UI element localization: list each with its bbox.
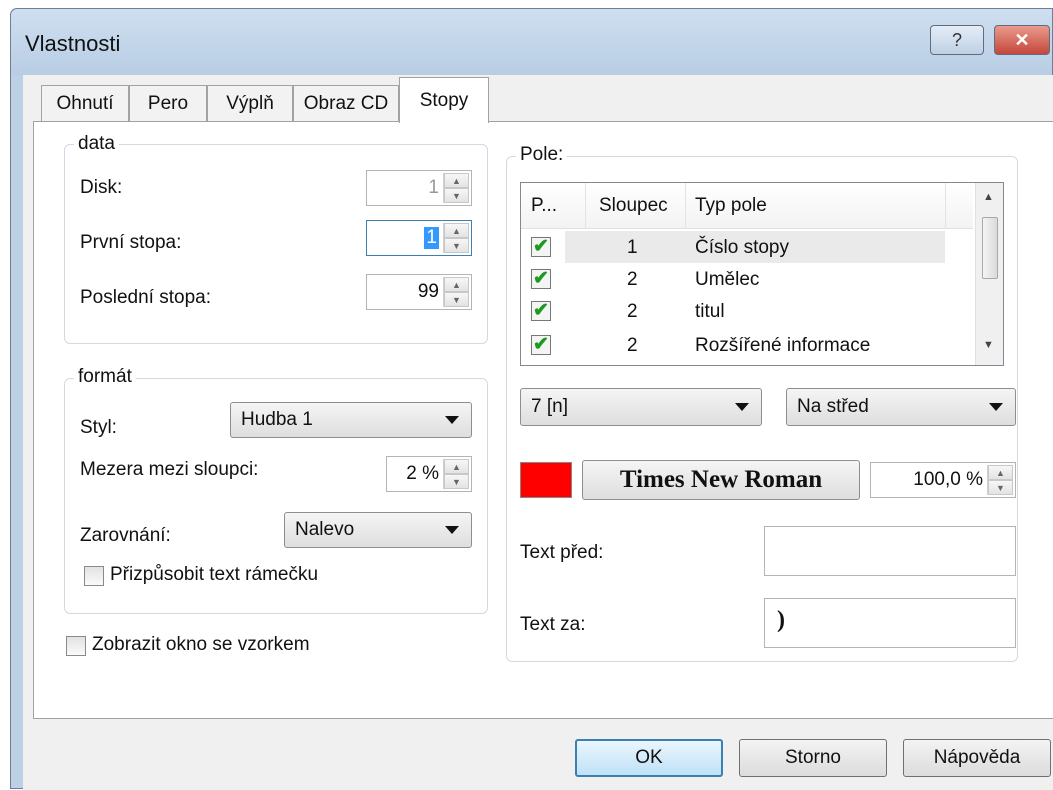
style-dropdown-arrow-icon — [445, 416, 459, 424]
fields-list-header: P... Sloupec Typ pole — [521, 183, 973, 229]
number-format-arrow-icon — [735, 403, 749, 411]
color-swatch[interactable] — [520, 462, 572, 498]
style-label: Styl: — [80, 417, 117, 438]
tab-obraz-cd[interactable]: Obraz CD — [293, 85, 399, 121]
first-track-up-arrow-icon[interactable]: ▲ — [444, 223, 469, 238]
alignment-value: Nalevo — [295, 519, 355, 540]
disk-up-arrow-icon: ▲ — [444, 173, 469, 188]
alignment-dropdown[interactable]: Nalevo — [284, 512, 472, 548]
text-before-input[interactable] — [764, 526, 1016, 576]
position-dropdown[interactable]: Na střed — [786, 388, 1016, 426]
close-button[interactable]: ✕ — [994, 25, 1050, 55]
number-format-dropdown[interactable]: 7 [n] — [520, 388, 762, 426]
first-track-spinner[interactable]: 1 ▲ ▼ — [366, 220, 472, 256]
col-header-column[interactable]: Sloupec — [599, 195, 668, 217]
first-track-label: První stopa: — [80, 232, 182, 253]
ok-button[interactable]: OK — [575, 739, 723, 777]
col-header-p[interactable]: P... — [531, 195, 557, 217]
data-group-title: data — [74, 133, 119, 155]
preview-checkbox[interactable] — [66, 636, 86, 656]
row-4-checkbox-icon[interactable]: ✔ — [531, 335, 551, 355]
tab-pero[interactable]: Pero — [129, 85, 207, 121]
disk-label: Disk: — [80, 177, 123, 198]
fit-text-label[interactable]: Přizpůsobit text rámečku — [110, 564, 318, 586]
position-arrow-icon — [989, 403, 1003, 411]
gap-spinner[interactable]: 2 % ▲ ▼ — [386, 456, 472, 492]
scroll-down-icon[interactable]: ▼ — [983, 339, 994, 351]
title-bar: Vlastnosti ? ✕ — [11, 9, 1052, 75]
window-title: Vlastnosti — [25, 31, 121, 56]
first-track-value[interactable]: 1 — [424, 227, 439, 249]
alignment-dropdown-arrow-icon — [445, 526, 459, 534]
cancel-button[interactable]: Storno — [739, 739, 887, 777]
row-4-column[interactable]: 2 — [627, 335, 638, 357]
tab-vypln[interactable]: Výplň — [207, 85, 293, 121]
scroll-up-icon[interactable]: ▲ — [983, 191, 994, 203]
gap-value[interactable]: 2 % — [406, 463, 439, 485]
style-dropdown[interactable]: Hudba 1 — [230, 402, 472, 438]
size-down-arrow-icon[interactable]: ▼ — [988, 480, 1013, 495]
disk-value: 1 — [428, 177, 439, 198]
row-1-type[interactable]: Číslo stopy — [695, 237, 789, 259]
scroll-thumb[interactable] — [982, 217, 998, 279]
text-after-label: Text za: — [520, 614, 586, 635]
gap-up-arrow-icon[interactable]: ▲ — [444, 459, 469, 474]
row-3-type[interactable]: titul — [695, 301, 725, 323]
col-header-type[interactable]: Typ pole — [695, 195, 767, 217]
first-track-down-arrow-icon[interactable]: ▼ — [444, 238, 469, 253]
tab-page-stopy: data Disk: 1 ▲ ▼ První stopa: 1 ▲ ▼ Posled… — [33, 121, 1053, 719]
disk-spinner: 1 ▲ ▼ — [366, 170, 472, 206]
last-track-spinner[interactable]: 99 ▲ ▼ — [366, 274, 472, 310]
style-value: Hudba 1 — [241, 409, 313, 430]
tab-ohnuti[interactable]: Ohnutí — [41, 85, 129, 121]
row-2-type[interactable]: Umělec — [695, 269, 759, 291]
position-value: Na střed — [797, 396, 869, 417]
gap-label: Mezera mezi sloupci: — [80, 459, 259, 480]
preview-label[interactable]: Zobrazit okno se vzorkem — [92, 634, 310, 656]
row-2-column[interactable]: 2 — [627, 269, 638, 291]
fit-text-checkbox[interactable] — [84, 566, 104, 586]
fields-list[interactable]: P... Sloupec Typ pole ✔ 1 Číslo stopy ✔ … — [520, 182, 1004, 366]
fields-list-scrollbar[interactable]: ▲ ▼ — [975, 183, 1003, 365]
last-track-down-arrow-icon[interactable]: ▼ — [444, 292, 469, 307]
fields-group-title: Pole: — [516, 144, 568, 166]
text-after-input[interactable]: ) — [764, 598, 1016, 648]
last-track-up-arrow-icon[interactable]: ▲ — [444, 277, 469, 292]
gap-down-arrow-icon[interactable]: ▼ — [444, 474, 469, 489]
last-track-value[interactable]: 99 — [418, 281, 439, 303]
alignment-label: Zarovnání: — [80, 525, 171, 546]
tab-stopy[interactable]: Stopy — [399, 77, 489, 123]
font-button[interactable]: Times New Roman — [582, 460, 860, 500]
last-track-label: Poslední stopa: — [80, 287, 211, 308]
dialog-window: Vlastnosti ? ✕ Ohnutí Pero Výplň Obraz C… — [10, 8, 1053, 790]
format-group-title: formát — [74, 366, 136, 388]
row-1-checkbox-icon[interactable]: ✔ — [531, 237, 551, 257]
help-button[interactable]: Nápověda — [903, 739, 1051, 777]
help-title-button[interactable]: ? — [930, 25, 984, 55]
row-4-type[interactable]: Rozšířené informace — [695, 335, 870, 357]
size-up-arrow-icon[interactable]: ▲ — [988, 465, 1013, 480]
size-value[interactable]: 100,0 % — [913, 469, 983, 491]
row-3-checkbox-icon[interactable]: ✔ — [531, 301, 551, 321]
dialog-client-area: Ohnutí Pero Výplň Obraz CD Stopy data Di… — [23, 75, 1053, 790]
size-spinner[interactable]: 100,0 % ▲ ▼ — [870, 462, 1016, 498]
row-3-column[interactable]: 2 — [627, 301, 638, 323]
disk-down-arrow-icon: ▼ — [444, 188, 469, 203]
row-2-checkbox-icon[interactable]: ✔ — [531, 269, 551, 289]
row-1-column[interactable]: 1 — [627, 237, 638, 259]
text-before-label: Text před: — [520, 542, 604, 563]
number-format-value: 7 [n] — [531, 396, 568, 417]
